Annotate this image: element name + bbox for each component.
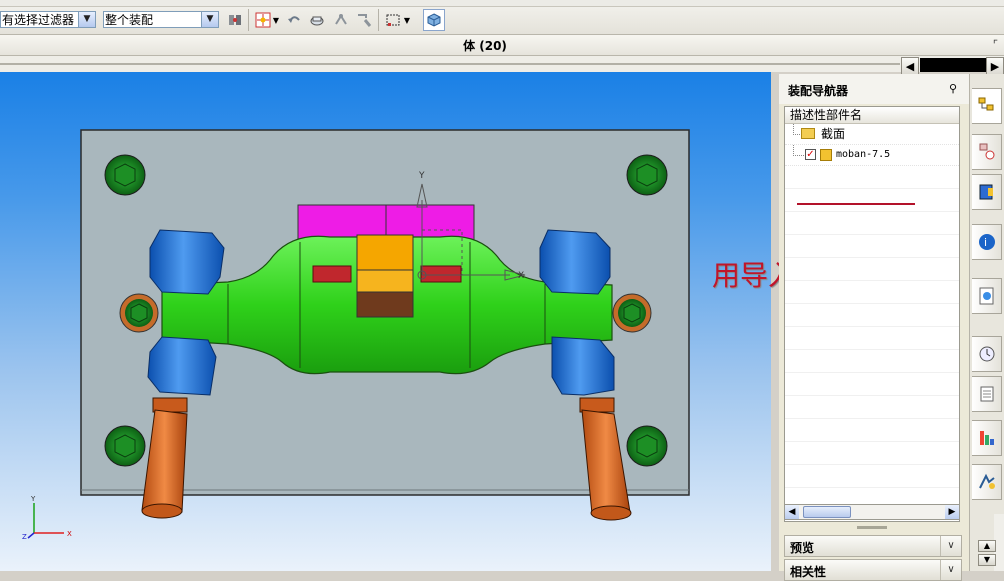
scroll-left-icon[interactable]: ◀ <box>785 505 799 519</box>
tree-empty-row <box>785 419 959 442</box>
snap-point-icon[interactable] <box>254 11 272 29</box>
box-select-icon[interactable] <box>384 11 402 29</box>
tree-item-section[interactable]: 截面 <box>785 124 959 145</box>
reuse-library-icon[interactable]: i <box>972 224 1002 260</box>
dependencies-section[interactable]: 相关性 ∨ <box>784 559 962 581</box>
section-label: 相关性 <box>790 565 827 579</box>
part-icon <box>820 149 832 161</box>
bolt[interactable] <box>612 293 652 333</box>
tree-empty-row <box>785 442 959 465</box>
chevron-right-icon[interactable]: ▶ <box>986 57 1004 75</box>
tree-empty-row <box>785 212 959 235</box>
toolbar-separator <box>248 9 249 31</box>
horizontal-scrollbar[interactable]: ◀ ▶ <box>784 504 960 520</box>
bolt[interactable] <box>104 425 146 467</box>
tree-item-part[interactable]: ✓ moban-7.5 <box>785 145 959 166</box>
part-navigator-icon[interactable] <box>972 174 1002 210</box>
scroll-right-icon[interactable]: ▶ <box>945 505 959 519</box>
chevron-down-icon[interactable]: ∨ <box>940 536 961 556</box>
selection-filter-value: 有选择过滤器 <box>2 13 75 27</box>
transform-icon[interactable] <box>355 11 373 29</box>
toolbar-separator <box>378 9 379 31</box>
bolt[interactable] <box>626 425 668 467</box>
divider-strip <box>0 56 1004 72</box>
navigator-header: 装配导航器 ⚲ <box>779 74 969 104</box>
chevron-left-icon[interactable]: ◀ <box>901 57 919 75</box>
navigator-title: 装配导航器 <box>788 84 849 98</box>
pin-icon[interactable]: ⚲ <box>949 82 957 95</box>
undo-arc-icon[interactable] <box>285 11 303 29</box>
bolt[interactable] <box>626 154 668 196</box>
window-title-bar: 体 (20) ⌜ <box>0 35 1004 56</box>
chevron-down-icon[interactable]: ▼ <box>272 11 280 29</box>
tree-empty-row <box>785 235 959 258</box>
scroll-thumb[interactable] <box>803 506 851 518</box>
window-title: 体 (20) <box>463 39 507 53</box>
divider-line <box>0 63 900 65</box>
assembly-scope-value: 整个装配 <box>105 13 154 27</box>
process-studio-icon[interactable] <box>972 464 1002 500</box>
chevron-down-icon[interactable]: ▼ <box>78 12 95 27</box>
scroll-down-icon[interactable]: ▼ <box>978 554 996 566</box>
tree-empty-row <box>785 304 959 327</box>
resource-bar-header <box>920 58 986 72</box>
folder-icon <box>801 128 815 139</box>
tree-empty-row <box>785 350 959 373</box>
navigator-tree[interactable]: 描述性部件名 截面 ✓ moban-7.5 <box>784 106 960 522</box>
tree-item-label: moban-7.5 <box>836 149 891 160</box>
cube-render-icon[interactable] <box>423 9 445 31</box>
tree-empty-row <box>785 281 959 304</box>
bolt[interactable] <box>104 154 146 196</box>
tree-connector <box>793 145 804 156</box>
constraint-navigator-icon[interactable] <box>972 134 1002 170</box>
tree-empty-row <box>785 327 959 350</box>
select-filter-icon[interactable] <box>226 11 244 29</box>
tree-item-label: 截面 <box>821 127 846 141</box>
manipulator-x-label: X <box>518 271 524 281</box>
tree-empty-row <box>785 166 959 189</box>
assembly-navigator-icon[interactable] <box>972 88 1002 124</box>
tree-connector <box>793 124 800 135</box>
chevron-down-icon[interactable]: ▼ <box>403 11 411 29</box>
bolt[interactable] <box>119 293 159 333</box>
visibility-checkbox[interactable]: ✓ <box>805 149 816 160</box>
chevron-down-icon[interactable]: ∨ <box>940 560 961 580</box>
selection-filter-dropdown[interactable]: 有选择过滤器 ▼ <box>0 11 96 28</box>
graphics-viewport[interactable]: Y X Y X Z <box>0 72 771 571</box>
section-label: 预览 <box>790 541 815 555</box>
tree-empty-row <box>785 465 959 488</box>
wcs-triad <box>27 503 64 539</box>
svg-text:i: i <box>984 236 987 249</box>
rotate-icon[interactable] <box>332 11 350 29</box>
assembly-navigator-panel: 装配导航器 ⚲ 描述性部件名 截面 ✓ moban-7.5 ◀ ▶ 预览 ∨ 相… <box>779 74 969 581</box>
menu-strip <box>0 0 1004 7</box>
preview-section[interactable]: 预览 ∨ <box>784 535 962 557</box>
tree-empty-row <box>785 258 959 281</box>
tree-empty-row <box>785 373 959 396</box>
view-selection-icon[interactable] <box>308 11 326 29</box>
manipulator-y-label: Y <box>418 171 425 181</box>
triad-y-label: Y <box>30 495 36 503</box>
triad-z-label: Z <box>22 533 27 541</box>
triad-x-label: X <box>67 530 72 538</box>
resize-corner-icon[interactable]: ⌜ <box>993 38 998 51</box>
panel-splitter[interactable] <box>857 526 887 529</box>
red-screw[interactable] <box>312 265 352 283</box>
yellow-block[interactable] <box>356 234 414 271</box>
tree-empty-row <box>785 396 959 419</box>
assembly-scope-dropdown[interactable]: 整个装配 ▼ <box>103 11 219 28</box>
web-browser-icon[interactable] <box>972 278 1002 314</box>
mold-model[interactable]: Y X Y X Z <box>0 72 771 571</box>
resource-bar: i ▲ ▼ <box>969 74 1004 571</box>
column-header[interactable]: 描述性部件名 <box>785 107 959 124</box>
history-icon[interactable] <box>972 336 1002 372</box>
main-toolbar: 有选择过滤器 ▼ 整个装配 ▼ ▼ ▼ <box>0 0 1004 35</box>
roles-icon[interactable] <box>972 420 1002 456</box>
system-materials-icon[interactable] <box>972 376 1002 412</box>
red-screw[interactable] <box>420 265 462 283</box>
scroll-up-icon[interactable]: ▲ <box>978 540 996 552</box>
tree-empty-row <box>785 189 959 212</box>
chevron-down-icon[interactable]: ▼ <box>201 12 218 27</box>
